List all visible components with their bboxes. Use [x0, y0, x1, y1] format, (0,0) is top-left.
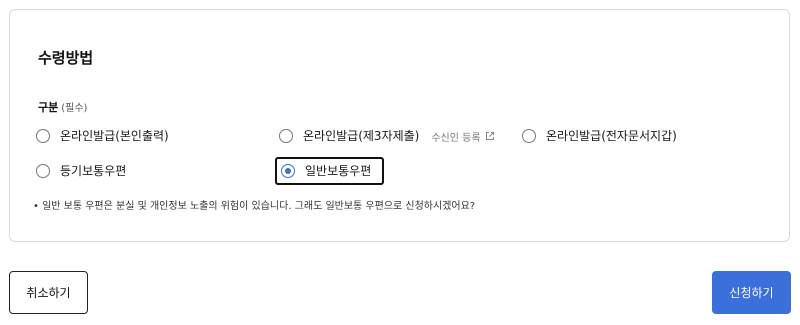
option-online-third-party[interactable]: 온라인발급(제3자제출) 수신인 등록: [279, 124, 495, 148]
page-title: 수령방법: [38, 49, 94, 67]
option-label: 온라인발급(본인출력): [60, 129, 169, 143]
option-online-self-print[interactable]: 온라인발급(본인출력): [36, 124, 169, 148]
option-regular-mail[interactable]: 일반보통우편: [281, 159, 371, 183]
option-label: 온라인발급(제3자제출): [303, 129, 420, 143]
recipient-register-link[interactable]: 수신인 등록: [431, 129, 494, 144]
option-online-e-wallet[interactable]: 온라인발급(전자문서지갑): [522, 124, 677, 148]
external-link-icon: [485, 132, 494, 140]
section-label-text: 구분: [38, 101, 59, 114]
recipient-register-label: 수신인 등록: [431, 132, 481, 144]
radio-button-checked[interactable]: [281, 164, 295, 178]
required-note: (필수): [61, 103, 88, 114]
option-label: 일반보통우편: [305, 164, 372, 178]
option-label: 등기보통우편: [60, 164, 127, 178]
option-label: 온라인발급(전자문서지갑): [546, 129, 677, 143]
radio-button[interactable]: [522, 129, 536, 143]
warning-notice: • 일반 보통 우편은 분실 및 개인정보 노출의 위험이 있습니다. 그래도 …: [33, 201, 476, 212]
section-label: 구분 (필수): [38, 101, 87, 116]
option-registered-mail[interactable]: 등기보통우편: [36, 159, 126, 183]
radio-button[interactable]: [36, 164, 50, 178]
cancel-button[interactable]: 취소하기: [9, 271, 88, 314]
radio-button[interactable]: [279, 129, 293, 143]
submit-button[interactable]: 신청하기: [712, 271, 791, 314]
radio-button[interactable]: [36, 129, 50, 143]
